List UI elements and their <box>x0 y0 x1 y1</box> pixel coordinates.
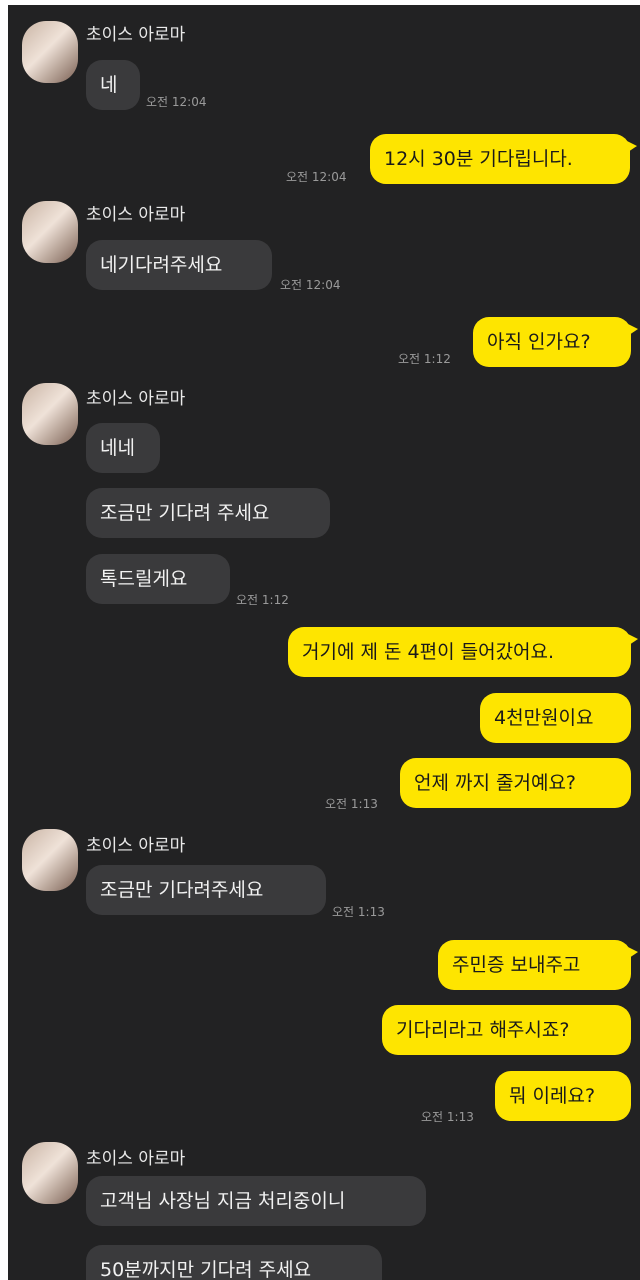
outgoing-message[interactable]: 12시 30분 기다립니다. <box>370 134 637 184</box>
message-time: 오전 1:13 <box>421 1110 474 1124</box>
outgoing-message[interactable]: 주민증 보내주고 <box>438 940 638 990</box>
incoming-message[interactable]: 조금만 기다려 주세요 <box>86 488 330 538</box>
sender-name: 초이스 아로마 <box>86 389 186 409</box>
outgoing-message[interactable]: 거기에 제 돈 4편이 들어갔어요. <box>288 627 638 677</box>
sender-avatar[interactable] <box>22 1142 78 1204</box>
outgoing-message[interactable]: 언제 까지 줄거예요? <box>400 758 631 808</box>
sender-avatar[interactable] <box>22 201 78 263</box>
message-time: 오전 12:04 <box>146 95 207 109</box>
incoming-message[interactable]: 네기다려주세요 <box>86 240 272 290</box>
message-time: 오전 1:13 <box>332 905 385 919</box>
sender-avatar[interactable] <box>22 829 78 891</box>
sender-name: 초이스 아로마 <box>86 25 186 45</box>
message-time: 오전 12:04 <box>286 170 347 184</box>
sender-name: 초이스 아로마 <box>86 205 186 225</box>
chat-view: 초이스 아로마 네 오전 12:04 오전 12:04 12시 30분 기다립니… <box>8 5 640 1280</box>
sender-avatar[interactable] <box>22 383 78 445</box>
outgoing-message[interactable]: 4천만원이요 <box>480 693 631 743</box>
message-time: 오전 12:04 <box>280 278 341 292</box>
outgoing-message[interactable]: 아직 인가요? <box>473 317 638 367</box>
incoming-message[interactable]: 고객님 사장님 지금 처리중이니 <box>86 1176 426 1226</box>
outgoing-message[interactable]: 기다리라고 해주시죠? <box>382 1005 631 1055</box>
message-time: 오전 1:12 <box>398 352 451 366</box>
message-time: 오전 1:12 <box>236 593 289 607</box>
message-time: 오전 1:13 <box>325 797 378 811</box>
outgoing-message[interactable]: 뭐 이레요? <box>495 1071 631 1121</box>
incoming-message[interactable]: 톡드릴게요 <box>86 554 230 604</box>
incoming-message[interactable]: 50분까지만 기다려 주세요 <box>86 1245 382 1280</box>
sender-avatar[interactable] <box>22 21 78 83</box>
incoming-message[interactable]: 네 <box>86 60 140 110</box>
sender-name: 초이스 아로마 <box>86 1149 186 1169</box>
incoming-message[interactable]: 조금만 기다려주세요 <box>86 865 326 915</box>
incoming-message[interactable]: 네네 <box>86 423 160 473</box>
sender-name: 초이스 아로마 <box>86 836 186 856</box>
